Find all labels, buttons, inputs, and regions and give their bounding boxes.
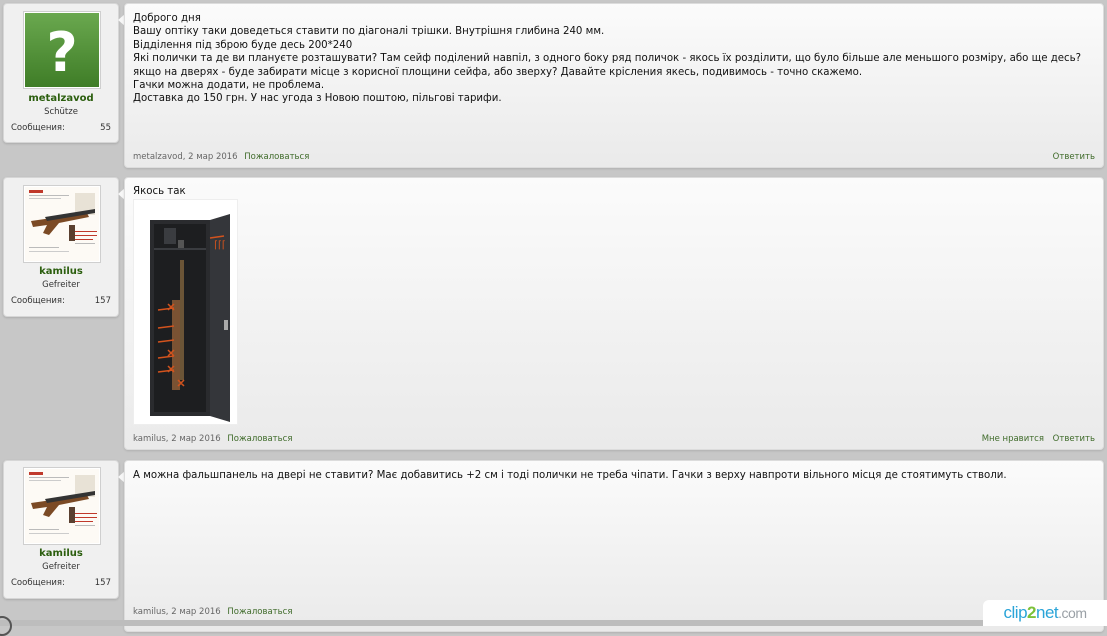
message-line: Доброго дня [133,13,201,24]
user-card: kamilus Gefreiter Сообщения: 157 [3,177,119,317]
question-mark-icon: ? [46,21,77,84]
username[interactable]: kamilus [4,548,118,559]
message-text: Якось так [133,185,1095,198]
messages-count[interactable]: 55 [100,123,111,133]
message-line: Вашу оптіку таки доведеться ставити по д… [133,26,605,38]
message-line: Якось так [133,186,186,197]
clip2net-watermark: clip2net.com [983,600,1107,626]
gun-safe-photo[interactable]: ⌈⌈⌈ [133,199,238,425]
post-meta: kamilus, 2 мар 2016 Пожаловаться [133,607,292,617]
rifle-poster-icon [25,187,99,261]
post-meta: metalzavod, 2 мар 2016 Пожаловаться [133,152,309,162]
rifle-poster-icon [25,469,99,543]
message-line: Доставка до 150 грн. У нас угода з Новою… [133,93,502,105]
messages-label: Сообщения: [11,123,65,133]
report-link[interactable]: Пожаловаться [227,434,292,444]
message-line: Відділення під зброю буде десь 200*240 [133,39,353,51]
avatar[interactable]: ? [23,11,101,89]
message-content: Доброго дня Вашу оптіку таки доведеться … [124,3,1104,168]
svg-text:⌈⌈⌈: ⌈⌈⌈ [214,240,226,251]
report-link[interactable]: Пожаловаться [244,152,309,162]
messages-count[interactable]: 157 [95,296,111,306]
post-actions: Ответить [1047,152,1095,162]
circle-icon [0,616,12,636]
message-line: Які полички та де ви плануєте розташуват… [133,53,1082,78]
post-meta: kamilus, 2 мар 2016 Пожаловаться [133,434,292,444]
message-text: Доброго дня Вашу оптіку таки доведеться … [133,12,1095,106]
message-line: Гачки можна додати, не проблема. [133,80,325,92]
avatar[interactable] [23,185,101,263]
messages-count[interactable]: 157 [95,578,111,588]
user-card: ? metalzavod Schütze Сообщения: 55 [3,3,119,143]
svg-text:?: ? [46,21,77,84]
messages-label: Сообщения: [11,296,65,306]
author-date[interactable]: metalzavod, 2 мар 2016 [133,152,238,162]
report-link[interactable]: Пожаловаться [227,607,292,617]
reply-link[interactable]: Ответить [1053,434,1095,444]
user-rank: Gefreiter [42,280,80,290]
author-date[interactable]: kamilus, 2 мар 2016 [133,607,221,617]
message-text: А можна фальшпанель на двері не ставити?… [133,469,1095,482]
avatar[interactable] [23,467,101,545]
like-link[interactable]: Мне нравится [982,434,1044,444]
user-rank: Gefreiter [42,562,80,572]
gun-safe-image: ⌈⌈⌈ [134,200,237,424]
username[interactable]: metalzavod [4,93,118,104]
message-content: Якось так ⌈⌈⌈ kamilus, 2 мар 2016 Пожало… [124,177,1104,450]
user-card: kamilus Gefreiter Сообщения: 157 [3,460,119,599]
bottom-strip [0,620,1107,626]
user-rank: Schütze [44,107,78,117]
message-content: А можна фальшпанель на двері не ставити?… [124,460,1104,632]
username[interactable]: kamilus [4,266,118,277]
reply-link[interactable]: Ответить [1053,152,1095,162]
messages-label: Сообщения: [11,578,65,588]
author-date[interactable]: kamilus, 2 мар 2016 [133,434,221,444]
post-actions: Мне нравится Ответить [976,434,1095,444]
message-line: А можна фальшпанель на двері не ставити?… [133,470,1007,481]
